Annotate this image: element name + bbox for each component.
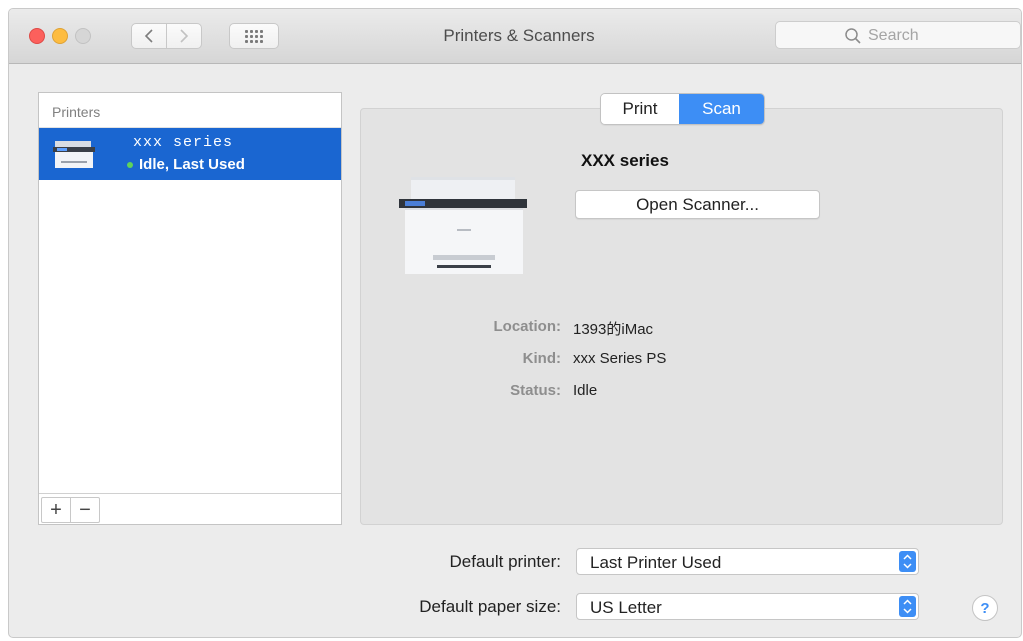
- search-icon: [845, 28, 861, 44]
- open-scanner-button[interactable]: Open Scanner...: [575, 190, 820, 219]
- chevron-right-icon: [180, 29, 189, 43]
- close-window-button[interactable]: [29, 28, 45, 44]
- default-paper-size-select[interactable]: US Letter: [576, 593, 919, 620]
- forward-button[interactable]: [166, 23, 202, 49]
- updown-chevron-icon: [899, 596, 916, 617]
- printer-status: Idle, Last Used: [127, 156, 245, 173]
- tab-print[interactable]: Print: [601, 94, 679, 124]
- search-input[interactable]: [866, 24, 1010, 48]
- location-label: Location:: [493, 318, 562, 335]
- remove-printer-button[interactable]: −: [70, 497, 100, 523]
- status-value: Idle: [573, 382, 598, 399]
- printer-list-item[interactable]: xxx series Idle, Last Used: [39, 128, 341, 180]
- kind-label: Kind:: [522, 350, 561, 367]
- default-paper-size-label: Default paper size:: [419, 597, 561, 616]
- window-title: Printers & Scanners: [443, 26, 595, 45]
- printers-list: Printers xxx series Idle, Last Used + −: [38, 92, 342, 525]
- status-dot-icon: [127, 161, 133, 168]
- location-value: 1393的iMac: [573, 321, 654, 338]
- printer-status-text: Idle, Last Used: [139, 156, 245, 173]
- updown-chevron-icon: [899, 551, 916, 572]
- printers-scanners-window: Printers & Scanners Printers xxx series: [8, 8, 1022, 638]
- default-paper-size-value: US Letter: [590, 598, 662, 617]
- help-button[interactable]: ?: [972, 595, 998, 621]
- title-bar: Printers & Scanners: [9, 9, 1021, 64]
- selected-printer-name: XXX series: [581, 151, 669, 170]
- back-button[interactable]: [131, 23, 167, 49]
- printers-list-footer: + −: [39, 493, 341, 524]
- printers-list-header: Printers: [39, 93, 341, 128]
- print-scan-tabs: Print Scan: [600, 93, 765, 125]
- kind-value: xxx Series PS: [573, 350, 667, 367]
- printers-list-title: Printers: [52, 104, 101, 120]
- search-field[interactable]: [775, 21, 1021, 49]
- show-all-button[interactable]: [229, 23, 279, 49]
- printer-name: xxx series: [133, 134, 234, 151]
- minimize-window-button[interactable]: [52, 28, 68, 44]
- chevron-left-icon: [144, 29, 153, 43]
- printer-image: [399, 177, 527, 274]
- default-printer-value: Last Printer Used: [590, 553, 722, 572]
- show-all-grid-icon: [245, 29, 263, 43]
- printer-icon: [53, 141, 95, 168]
- status-label: Status:: [510, 382, 561, 399]
- zoom-window-button[interactable]: [75, 28, 91, 44]
- add-printer-button[interactable]: +: [41, 497, 71, 523]
- default-printer-select[interactable]: Last Printer Used: [576, 548, 919, 575]
- tab-scan[interactable]: Scan: [679, 94, 764, 124]
- default-printer-label: Default printer:: [449, 552, 562, 571]
